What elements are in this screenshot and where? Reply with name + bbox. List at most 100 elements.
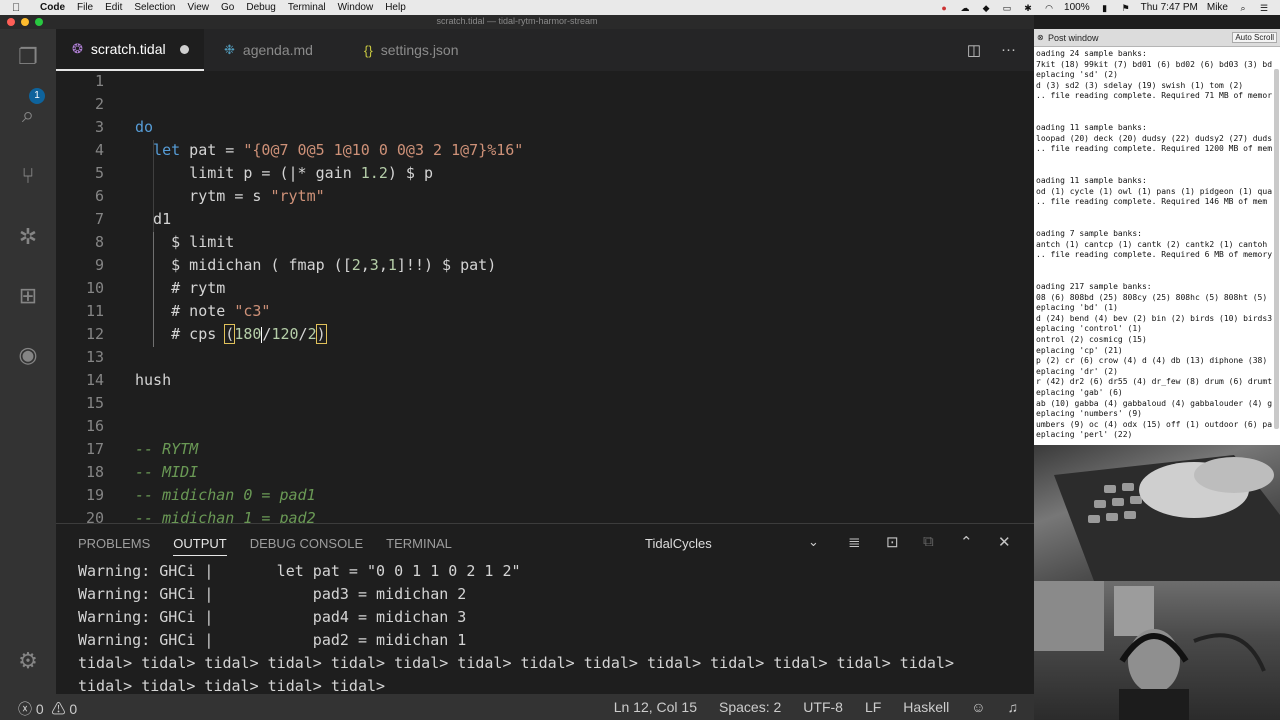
menu-debug[interactable]: Debug — [246, 2, 275, 13]
code-text: hush — [135, 369, 171, 392]
post-line: d (3) sd2 (3) sdelay (19) swish (1) tom … — [1036, 80, 1244, 90]
post-line: eplacing 'numbers' (9) — [1036, 409, 1142, 419]
code-line[interactable]: 9 $ midichan ( fmap ([2,3,1]!!) $ pat) — [56, 254, 1034, 277]
menu-terminal[interactable]: Terminal — [288, 2, 326, 13]
code-line[interactable]: 2 — [56, 93, 1034, 116]
search-icon[interactable]: ⌕ — [14, 101, 42, 129]
post-line: ab (10) gabba (4) gabbaloud (4) gabbalou… — [1036, 398, 1273, 408]
tab-terminal[interactable]: TERMINAL — [386, 536, 452, 556]
cloud-icon[interactable]: ☁ — [959, 3, 971, 13]
post-window-title: Post window — [1048, 33, 1099, 43]
tab-output[interactable]: OUTPUT — [173, 536, 227, 556]
menu-go[interactable]: Go — [221, 2, 234, 13]
tab-agenda-md[interactable]: ❉ agenda.md — [206, 29, 346, 71]
code-text: let pat = "{0@7 0@5 1@10 0 0@3 2 1@7}%16… — [153, 139, 523, 162]
language-mode[interactable]: Haskell — [903, 699, 949, 715]
open-log-icon[interactable]: ⧉ — [923, 533, 934, 550]
code-line[interactable]: 6 rytm = s "rytm" — [56, 185, 1034, 208]
tab-scratch-tidal[interactable]: ❂ scratch.tidal — [56, 29, 204, 71]
post-window-close-icon[interactable]: ⊗ — [1037, 33, 1044, 42]
output-channel-select[interactable]: TidalCycles — [645, 536, 712, 551]
chevron-down-icon[interactable]: ⌄ — [808, 534, 819, 550]
code-line[interactable]: 14 hush — [56, 369, 1034, 392]
lock-scroll-icon[interactable]: ⊡ — [886, 533, 899, 551]
dropbox-icon[interactable]: ◆ — [980, 3, 992, 13]
tab-debug-console[interactable]: DEBUG CONSOLE — [250, 536, 363, 556]
menubar-user[interactable]: Mike — [1207, 2, 1228, 13]
bottom-panel: PROBLEMS OUTPUT DEBUG CONSOLE TERMINAL T… — [56, 523, 1034, 695]
line-number: 18 — [85, 463, 104, 481]
indentation[interactable]: Spaces: 2 — [719, 699, 781, 715]
code-line[interactable]: 3 do — [56, 116, 1034, 139]
apple-menu-icon[interactable]:  — [12, 2, 26, 14]
editor-tabs: ❂ scratch.tidal ❉ agenda.md {} settings.… — [56, 29, 1034, 71]
code-line[interactable]: 4 let pat = "{0@7 0@5 1@10 0 0@3 2 1@7}%1… — [56, 139, 1034, 162]
explorer-icon[interactable]: ❐ — [14, 43, 42, 71]
unsaved-dot-icon[interactable] — [179, 44, 189, 54]
flag-icon[interactable]: ⚑ — [1120, 3, 1132, 13]
airplay-icon[interactable]: ▭ — [1001, 3, 1013, 13]
manage-gear-icon[interactable]: ⚙ — [14, 647, 42, 675]
battery-percent[interactable]: 100% — [1064, 2, 1090, 13]
spotlight-icon[interactable]: ⌕ — [1237, 3, 1249, 13]
bluetooth-icon[interactable]: ✱ — [1022, 3, 1034, 13]
line-number: 9 — [94, 256, 104, 274]
code-line[interactable]: 1 — [56, 71, 1034, 93]
code-line[interactable]: 19 -- midichan 0 = pad1 — [56, 484, 1034, 507]
code-line[interactable]: 7 d1 — [56, 208, 1034, 231]
menu-window[interactable]: Window — [338, 2, 374, 13]
encoding[interactable]: UTF-8 — [803, 699, 843, 715]
post-line: 08 (6) 808bd (25) 808cy (25) 808hc (5) 8… — [1036, 292, 1268, 302]
code-line[interactable]: 18 -- MIDI — [56, 461, 1034, 484]
menu-edit[interactable]: Edit — [105, 2, 122, 13]
code-line[interactable]: 5 limit p = (|* gain 1.2) $ p — [56, 162, 1034, 185]
menubar-clock[interactable]: Thu 7:47 PM — [1141, 2, 1198, 13]
feedback-icon[interactable]: ☺ — [971, 699, 985, 715]
wifi-icon[interactable]: ◠ — [1043, 3, 1055, 13]
notification-center-icon[interactable]: ☰ — [1258, 3, 1270, 13]
code-line[interactable]: 20 -- midichan 1 = pad2 — [56, 507, 1034, 523]
remote-icon[interactable]: ◉ — [14, 341, 42, 369]
maximize-panel-icon[interactable]: ⌃ — [960, 533, 973, 551]
code-text: -- midichan 1 = pad2 — [135, 507, 316, 523]
code-line[interactable]: 8 $ limit — [56, 231, 1034, 254]
line-ending[interactable]: LF — [865, 699, 881, 715]
battery-icon[interactable]: ▮ — [1099, 3, 1111, 13]
code-line[interactable]: 17 -- RYTM — [56, 438, 1034, 461]
auto-scroll-button[interactable]: Auto Scroll — [1232, 32, 1277, 43]
code-token: / — [298, 325, 308, 343]
split-editor-icon[interactable]: ◫ — [967, 41, 981, 59]
source-control-icon[interactable]: ⑂ — [14, 162, 42, 190]
menu-view[interactable]: View — [188, 2, 210, 13]
tab-problems[interactable]: PROBLEMS — [78, 536, 150, 556]
error-icon: ⓧ — [18, 701, 32, 717]
clear-output-icon[interactable]: ≣ — [848, 533, 861, 551]
line-number: 4 — [94, 141, 104, 159]
code-line[interactable]: 16 — [56, 415, 1034, 438]
code-line[interactable]: 13 — [56, 346, 1034, 369]
json-icon: {} — [364, 42, 373, 58]
extensions-icon[interactable]: ⊞ — [14, 282, 42, 310]
menu-help[interactable]: Help — [385, 2, 406, 13]
code-text: $ limit — [171, 231, 234, 254]
menu-file[interactable]: File — [77, 2, 93, 13]
line-number: 10 — [85, 279, 104, 297]
menu-selection[interactable]: Selection — [134, 2, 175, 13]
markdown-icon: ❉ — [224, 42, 235, 57]
problems-status[interactable]: ⓧ 0 ⚠ 0 — [18, 699, 77, 719]
more-actions-icon[interactable]: ··· — [1001, 41, 1016, 59]
code-editor[interactable]: 1 2 3 do 4 let pat = "{0@7 0@5 1@10 0 0@3 2 1… — [56, 71, 1034, 523]
bell-icon[interactable]: ♫ — [1008, 699, 1019, 715]
cursor-position[interactable]: Ln 12, Col 15 — [614, 699, 697, 715]
post-window-scrollbar[interactable] — [1274, 69, 1279, 429]
line-number: 8 — [94, 233, 104, 251]
code-line[interactable]: 11 # note "c3" — [56, 300, 1034, 323]
close-panel-icon[interactable]: ✕ — [998, 533, 1011, 551]
tab-settings-json[interactable]: {} settings.json — [348, 29, 498, 71]
code-line[interactable]: 15 — [56, 392, 1034, 415]
code-line[interactable]: 12 # cps (180/120/2) — [56, 323, 1034, 346]
app-menu[interactable]: Code — [40, 2, 65, 13]
record-icon[interactable]: ● — [938, 3, 950, 13]
debug-icon[interactable]: ✲ — [14, 223, 42, 251]
code-line[interactable]: 10 # rytm — [56, 277, 1034, 300]
